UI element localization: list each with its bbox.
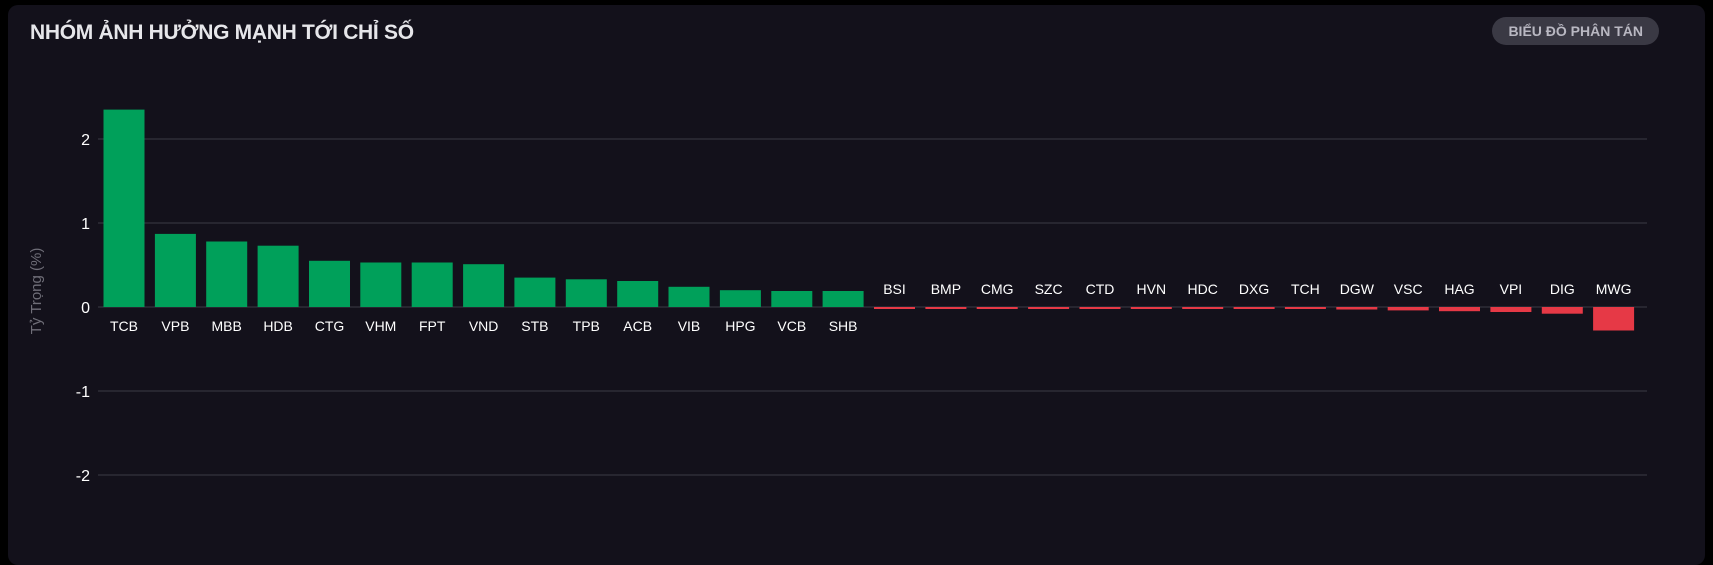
category-label: FPT — [419, 318, 446, 334]
category-label: VPI — [1500, 281, 1523, 297]
bar-mbb[interactable] — [206, 241, 248, 308]
bar-hvn[interactable] — [1130, 307, 1172, 309]
category-label: HVN — [1137, 281, 1167, 297]
category-label: DIG — [1550, 281, 1575, 297]
bar-ctd[interactable] — [1079, 307, 1121, 309]
bar-vpi[interactable] — [1490, 307, 1532, 312]
bar-tpb[interactable] — [565, 279, 607, 307]
category-label: TCB — [110, 318, 138, 334]
bar-tch[interactable] — [1284, 307, 1326, 309]
bar-hdb[interactable] — [257, 245, 299, 307]
category-label: TCH — [1291, 281, 1320, 297]
bar-dgw[interactable] — [1336, 307, 1378, 310]
bar-vpb[interactable] — [154, 233, 196, 307]
y-tick-label: 1 — [81, 216, 90, 233]
bar-cmg[interactable] — [976, 307, 1018, 309]
category-label: MWG — [1596, 281, 1632, 297]
category-label: BSI — [883, 281, 906, 297]
category-label: VCB — [777, 318, 806, 334]
bar-mwg[interactable] — [1593, 307, 1635, 331]
bar-hpg[interactable] — [719, 290, 761, 307]
bar-szc[interactable] — [1028, 307, 1070, 309]
bar-tcb[interactable] — [103, 109, 145, 307]
bar-ctg[interactable] — [309, 260, 350, 307]
category-label: SHB — [829, 318, 858, 334]
bar-chart: 2 1 0 -1 -2 Tỷ Trọng (%) TCB VPB MBB HDB CTG VHM F… — [28, 109, 1647, 485]
category-label: CMG — [981, 281, 1014, 297]
y-axis-title: Tỷ Trọng (%) — [28, 248, 45, 335]
bar-bsi[interactable] — [874, 307, 915, 309]
bar-acb[interactable] — [617, 281, 659, 307]
bar-vib[interactable] — [668, 286, 710, 307]
category-label: CTD — [1086, 281, 1115, 297]
category-label: MBB — [212, 318, 242, 334]
bar-vnd[interactable] — [463, 264, 505, 307]
category-label: VSC — [1394, 281, 1423, 297]
category-label: TPB — [573, 318, 600, 334]
y-tick-label: 0 — [81, 300, 90, 317]
bar-vsc[interactable] — [1387, 307, 1429, 311]
category-label: DXG — [1239, 281, 1269, 297]
y-tick-label: -2 — [76, 468, 90, 485]
category-label: HDC — [1188, 281, 1218, 297]
bar-dxg[interactable] — [1233, 307, 1275, 309]
category-label: VPB — [161, 318, 189, 334]
category-label: HPG — [725, 318, 755, 334]
bar-shb[interactable] — [822, 291, 864, 307]
category-label: STB — [521, 318, 548, 334]
category-label: VIB — [678, 318, 701, 334]
bar-vhm[interactable] — [360, 262, 402, 308]
category-label: ACB — [623, 318, 652, 334]
bar-fpt[interactable] — [411, 262, 453, 308]
category-label: SZC — [1035, 281, 1063, 297]
category-label: VHM — [365, 318, 396, 334]
category-label: BMP — [931, 281, 961, 297]
bar-hdc[interactable] — [1182, 307, 1224, 309]
bar-stb[interactable] — [514, 277, 556, 307]
bar-bmp[interactable] — [925, 307, 967, 309]
bar-dig[interactable] — [1541, 307, 1583, 314]
bar-hag[interactable] — [1439, 307, 1480, 312]
y-tick-label: -1 — [76, 384, 90, 401]
y-axis: 2 1 0 -1 -2 — [76, 132, 90, 485]
category-label: DGW — [1340, 281, 1375, 297]
bar-vcb[interactable] — [771, 291, 813, 307]
category-label: CTG — [315, 318, 345, 334]
bars — [103, 109, 1635, 331]
category-label: HDB — [263, 318, 293, 334]
category-label: VND — [469, 318, 499, 334]
category-label: HAG — [1444, 281, 1474, 297]
y-tick-label: 2 — [81, 132, 90, 149]
